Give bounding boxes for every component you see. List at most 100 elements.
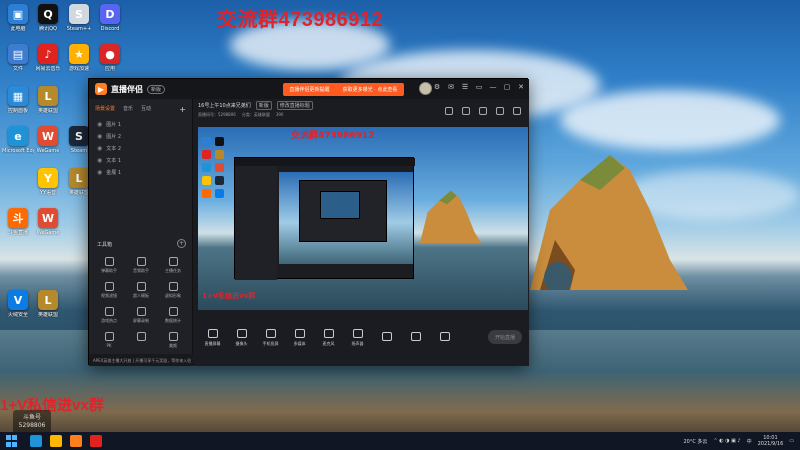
tab-interact[interactable]: 互动 [141,105,151,114]
tool-item[interactable]: PK [93,332,125,349]
desktop-icon[interactable]: Y YY语音 [34,168,62,196]
bottom-tool[interactable]: 直播屏幕 [198,329,227,347]
start-live-button[interactable]: 开始直播 [488,330,522,344]
desktop-icon[interactable]: e Microsoft Edge [2,126,34,154]
taskbar: 20°C 多云 ⌃ ◐ ◑ ▣ ♪ 中 10:01 2021/9/16 ▭ [0,432,800,450]
toolbox-add-icon[interactable]: + [177,239,186,248]
eye-icon[interactable]: ◉ [97,169,102,176]
tool-item[interactable] [125,332,157,349]
tool-item[interactable]: 游戏热点 [93,307,125,324]
tray-icons[interactable]: ⌃ ◐ ◑ ▣ ♪ [713,438,740,444]
desktop-icon[interactable]: V 火绒安全 [4,290,32,318]
desktop-icon[interactable]: ▣ 此电脑 [4,4,32,32]
promo-banner[interactable]: 直播伴侣更新提醒 获取更多曝光 · 点此查看 [283,83,404,96]
room-id: 直播间号：5298806 [198,112,236,117]
add-scene-button[interactable]: + [179,105,186,114]
tool-item[interactable]: 超人模板 [125,282,157,299]
eye-icon[interactable]: ◉ [97,133,102,140]
scene-item[interactable]: ◉ 图片 2 [89,130,192,142]
right-tools [445,107,521,115]
user-avatar[interactable] [419,82,432,95]
start-button[interactable] [6,435,20,447]
bottom-tool[interactable] [430,332,459,344]
desktop-icon[interactable]: ★ 游戏加速 [65,44,93,72]
tool-icon [168,257,178,266]
scene-item[interactable]: ◉ 文本 1 [89,154,192,166]
message-icon[interactable]: ✉ [447,83,455,91]
edit-title-button[interactable]: 修改直播标题 [276,101,313,110]
eye-icon[interactable]: ◉ [97,157,102,164]
bottom-tool[interactable]: 麦克风 [314,329,343,347]
tool-label: 美颜 [169,343,177,348]
stream-preview[interactable]: 交流群473986912 1+V私信进vx群 [198,127,528,310]
taskbar-companion-icon[interactable] [70,435,82,447]
app-icon: W [38,126,58,146]
scene-item[interactable]: ◉ 图片 1 [89,118,192,130]
eye-icon[interactable]: ◉ [97,145,102,152]
input-language[interactable]: 中 [747,438,752,445]
tool-item[interactable]: 美颜 [157,332,189,349]
share-icon[interactable] [513,107,521,115]
tool-item[interactable]: 弹幕助手 [93,257,125,274]
scene-item[interactable]: ◉ 金展 1 [89,166,192,178]
tool-item[interactable]: 音频助手 [125,257,157,274]
desktop-icon[interactable]: ▤ 文件 [4,44,32,72]
bell-icon[interactable] [496,107,504,115]
weather[interactable]: 20°C 多云 [683,438,707,445]
bottom-toolbar: 直播屏幕 摄像头 手机投屏 多媒体 麦克风 扬声器 开始直播 [198,318,528,358]
window-titlebar[interactable]: ▶ 直播伴侣 新版 直播伴侣更新提醒 获取更多曝光 · 点此查看 ⚙ ✉ ☰ ▭… [89,79,529,99]
tool-item[interactable]: 虚拟形象 [157,282,189,299]
tool-item[interactable]: 视频滤镜 [93,282,125,299]
lock-icon[interactable] [462,107,470,115]
pin-icon[interactable] [479,107,487,115]
tool-icon [104,282,114,291]
eye-icon[interactable]: ◉ [97,121,102,128]
tool-item[interactable]: 数据统计 [157,307,189,324]
desktop-icon[interactable]: L 英雄联盟 [34,86,62,114]
desktop-icon-label: 英雄联盟 [37,108,58,114]
news-ticker[interactable]: APEX英雄主播大开放 | 开播可享千元奖励，等你来入驻 [89,354,193,366]
desktop-icon[interactable]: ▦ 控制面板 [4,86,32,114]
tab-scene[interactable]: 场景设置 [95,105,115,114]
bottom-tool[interactable]: 摄像头 [227,329,256,347]
desktop-icon[interactable]: W WeGame [34,126,62,154]
desktop-icon[interactable]: W WeGame [34,208,62,236]
bottom-tool-icon [323,329,334,338]
taskbar-edge-icon[interactable] [30,435,42,447]
bottom-tool[interactable]: 多媒体 [285,329,314,347]
bottom-tool[interactable]: 扬声器 [343,329,372,347]
record-icon[interactable] [445,107,453,115]
desktop-icon[interactable]: 斗斗鱼直播 [4,208,32,236]
room-category[interactable]: 分类：英雄联盟 [242,112,270,118]
bottom-tool[interactable] [401,332,430,344]
tool-icon [168,307,178,316]
recursive-preview-inner [299,180,387,242]
taskbar-explorer-icon[interactable] [50,435,62,447]
compact-icon[interactable]: ▭ [475,83,483,91]
settings-icon[interactable]: ⚙ [433,83,441,91]
desktop-icon[interactable]: S Steam++ [65,4,93,32]
bottom-tool[interactable]: 手机投屏 [256,329,285,347]
desktop-icon[interactable]: ♪ 网易云音乐 [34,44,62,72]
desktop-icon[interactable]: ● 应用 [96,44,124,72]
tool-item[interactable]: 主播任务 [157,257,189,274]
maximize-button[interactable]: ▢ [503,83,511,91]
tab-music[interactable]: 音乐 [123,105,133,114]
sea-arch-rock [530,155,688,290]
menu-icon[interactable]: ☰ [461,83,469,91]
minimize-button[interactable]: — [489,83,497,91]
tool-item[interactable]: 屏幕录制 [125,307,157,324]
scene-label: 金展 1 [106,169,122,176]
app-icon: Q [38,4,58,24]
clock[interactable]: 10:01 2021/9/16 [758,435,784,447]
desktop-icon[interactable]: L 英雄联盟 [34,290,62,318]
desktop-icon[interactable]: Q 腾讯QQ [34,4,62,32]
desktop-icon[interactable]: D Discord [96,4,124,32]
taskbar-app-icon[interactable] [90,435,102,447]
toolbox-grid: 弹幕助手 音频助手 主播任务视频滤镜 超人模板 虚拟形象游戏热点 屏幕录制 数据统计 PK 美颜 [93,257,189,349]
douyu-watermark: 斗鱼号 5298806 [13,410,51,434]
close-button[interactable]: ✕ [517,83,525,91]
notification-icon[interactable]: ▭ [789,438,794,444]
bottom-tool[interactable] [372,332,401,344]
scene-item[interactable]: ◉ 文本 2 [89,142,192,154]
